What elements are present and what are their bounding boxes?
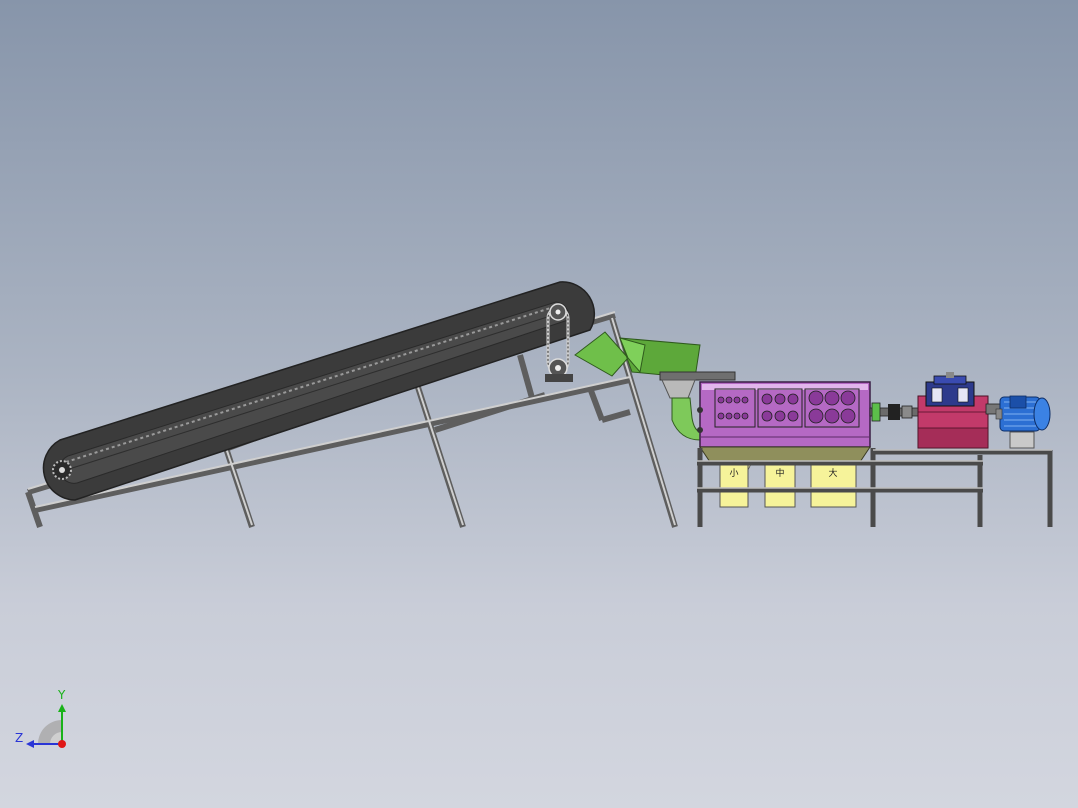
triad-y-label: Y: [58, 688, 66, 702]
x-axis-dot: [58, 740, 66, 748]
bin-label-small: 小: [729, 468, 738, 479]
screening-machine: [697, 381, 871, 463]
triad-z-label: Z: [15, 731, 24, 745]
z-axis-arrow: [26, 740, 34, 748]
y-axis-arrow: [58, 704, 66, 712]
conveyor-belt: [42, 281, 596, 501]
electric-motor: [995, 395, 1051, 449]
bin-label-medium: 中: [775, 467, 784, 479]
machine-assembly: 小 中 大: [25, 281, 1053, 748]
drive-shaft: [869, 402, 923, 422]
bin-label-large: 大: [828, 467, 837, 479]
belt-tail-pulley: [52, 460, 72, 480]
gearbox: [917, 372, 1003, 449]
drive-chain: [545, 303, 573, 382]
chute-elbow: [671, 397, 701, 441]
cad-viewport[interactable]: 小 中 大 Y Z: [0, 0, 1078, 808]
orientation-triad: [26, 704, 66, 748]
collection-bins: 小 中 大: [719, 461, 857, 508]
